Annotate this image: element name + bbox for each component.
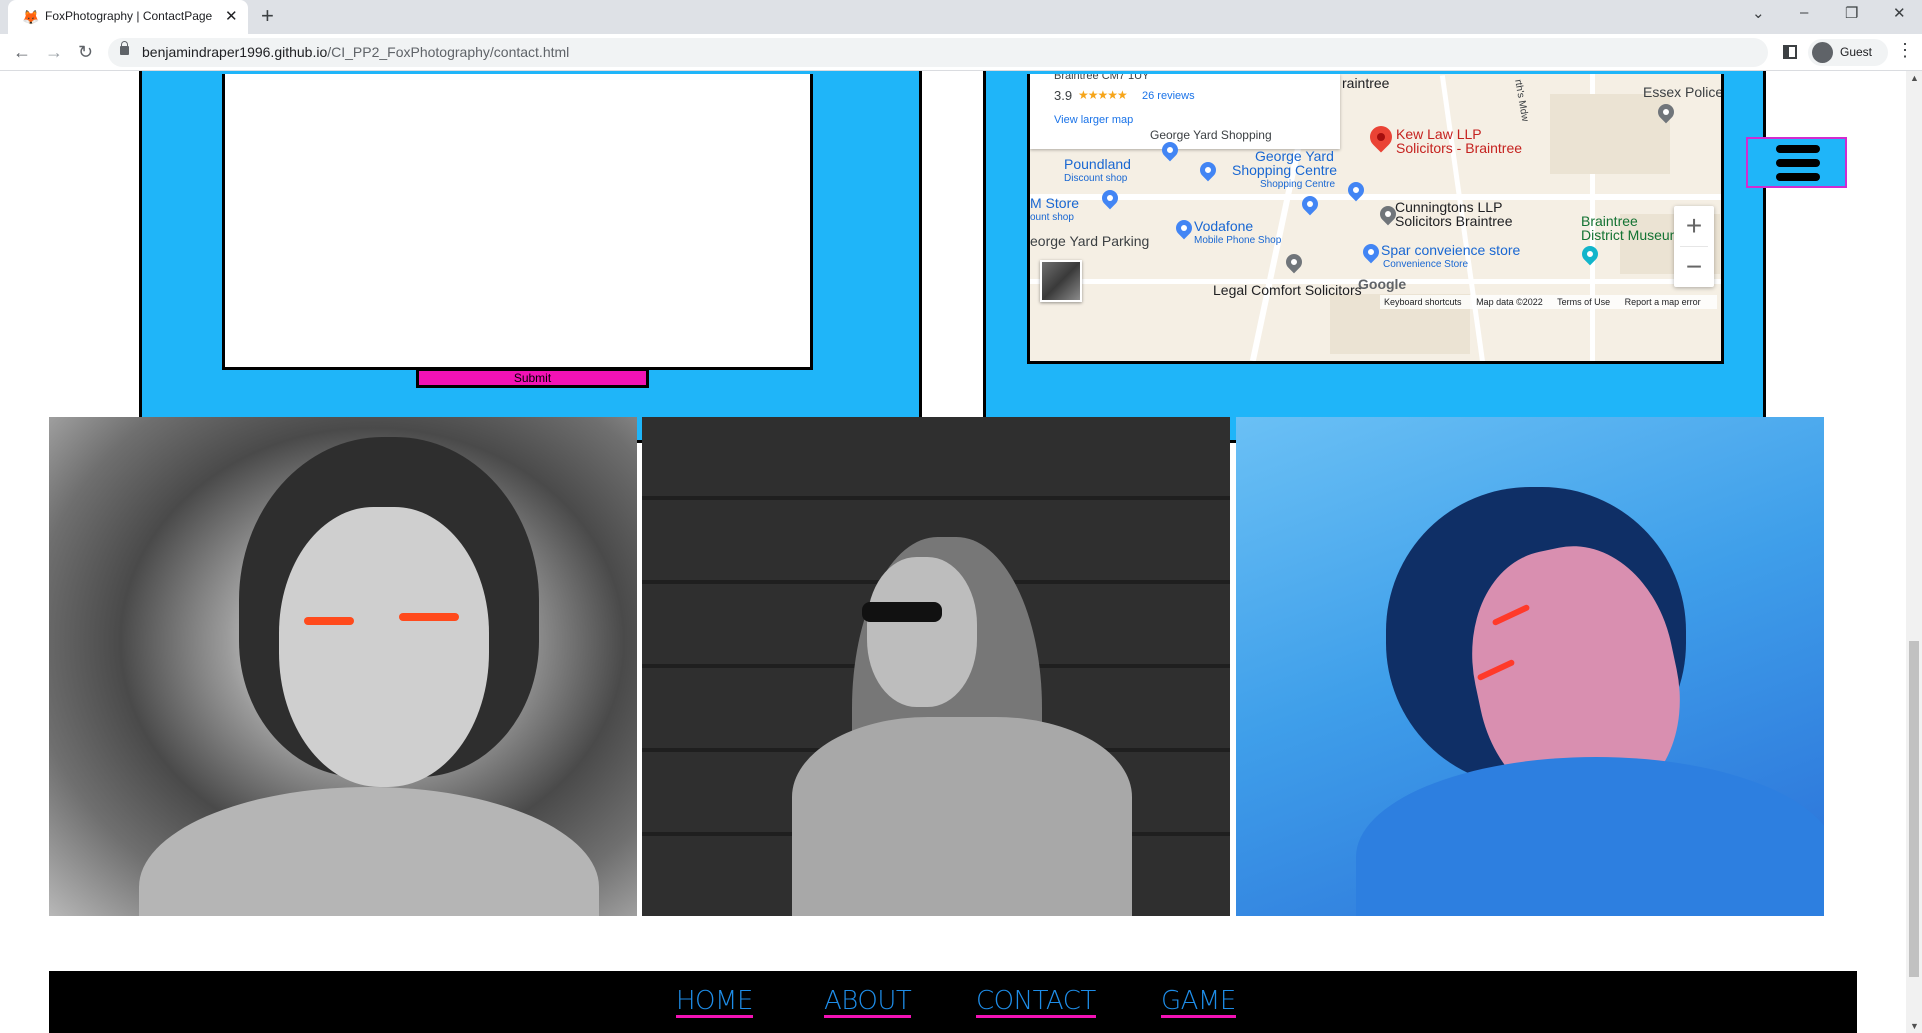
sweater-shape — [1356, 757, 1824, 916]
kew-law-pin-icon[interactable] — [1365, 121, 1397, 153]
avatar-icon — [1812, 42, 1833, 63]
lock-icon — [120, 41, 129, 55]
browser-toolbar: ← → ↻ benjamindraper1996.github.io/CI_PP… — [0, 34, 1922, 71]
map-zoom-control: + − — [1674, 206, 1714, 287]
terms-link[interactable]: Terms of Use — [1557, 297, 1610, 307]
contact-form-panel: Submit — [139, 71, 922, 443]
shop-pin-icon[interactable] — [1098, 186, 1122, 210]
scroll-up-arrow-icon[interactable]: ▲ — [1910, 73, 1919, 83]
portrait-photo-bw-woman — [642, 417, 1230, 916]
place-rating: 3.9 — [1054, 88, 1073, 103]
minimize-icon[interactable]: – — [1800, 4, 1808, 21]
menu-bar — [1776, 145, 1820, 153]
map-label: Shopping Centre — [1232, 162, 1338, 178]
shop-pin-icon[interactable] — [1172, 216, 1196, 240]
keyboard-shortcuts-link[interactable]: Keyboard shortcuts — [1384, 297, 1462, 307]
page-scrollbar[interactable]: ▲ ▼ — [1906, 71, 1922, 1033]
google-map[interactable]: Braintree CM7 1UY 3.9 ★★★★★ 26 reviews V… — [1027, 74, 1724, 364]
reviews-link[interactable]: 26 reviews — [1142, 90, 1195, 102]
scrollbar-thumb[interactable] — [1909, 641, 1919, 977]
hamburger-menu-button[interactable] — [1746, 137, 1847, 188]
menu-bar — [1776, 173, 1820, 181]
map-label: Spar conveience store — [1381, 242, 1521, 258]
new-tab-icon[interactable]: + — [261, 3, 274, 29]
zoom-in-button[interactable]: + — [1674, 206, 1714, 246]
forward-arrow-icon[interactable]: → — [45, 42, 63, 62]
map-panel: Braintree CM7 1UY 3.9 ★★★★★ 26 reviews V… — [983, 71, 1766, 443]
map-data-text: Map data ©2022 — [1476, 297, 1543, 307]
profile-label: Guest — [1840, 45, 1873, 59]
map-label: Legal Comfort Solicitors — [1213, 282, 1362, 298]
sweater-shape — [139, 787, 599, 916]
tab-title: FoxPhotography | ContactPage — [45, 9, 213, 23]
map-label: District Museum — [1581, 227, 1682, 243]
map-attribution: Keyboard shortcuts Map data ©2022 Terms … — [1380, 295, 1717, 309]
scroll-down-arrow-icon[interactable]: ▼ — [1910, 1021, 1919, 1031]
map-label: George Yard Shopping — [1150, 128, 1272, 142]
map-label: Essex Police — [1643, 84, 1724, 100]
face-shape — [867, 557, 977, 707]
profile-button[interactable]: Guest — [1808, 39, 1888, 66]
eyeliner-right-shape — [399, 613, 459, 621]
map-label: Convenience Store — [1383, 259, 1469, 270]
map-label: Solicitors Braintree — [1395, 213, 1513, 229]
portrait-photo-blue-man — [1236, 417, 1824, 916]
map-label: eorge Yard Parking — [1030, 233, 1150, 249]
fox-favicon-icon: 🦊 — [22, 9, 40, 25]
sunglasses-shape — [862, 602, 942, 622]
tab-search-icon[interactable]: ⌄ — [1752, 4, 1765, 22]
portrait-photo-bw-man — [49, 417, 637, 916]
google-logo: Google — [1358, 276, 1407, 292]
page-viewport: Submit Braintree CM7 1UY 3.9 ★★★★★ 26 re… — [0, 71, 1906, 1033]
url-path: /CI_PP2_FoxPhotography/contact.html — [327, 44, 570, 60]
address-bar[interactable]: benjamindraper1996.github.io/CI_PP2_FoxP… — [108, 38, 1768, 67]
window-close-icon[interactable]: ✕ — [1893, 4, 1906, 22]
browser-tabstrip: 🦊 FoxPhotography | ContactPage ✕ + ⌄ – ❐… — [0, 0, 1922, 34]
shop-pin-icon[interactable] — [1196, 158, 1220, 182]
denim-jacket-shape — [792, 717, 1132, 916]
map-label: Shopping Centre — [1260, 179, 1336, 190]
map-label: Solicitors - Braintree — [1396, 140, 1523, 156]
restore-icon[interactable]: ❐ — [1845, 4, 1858, 22]
zoom-out-button[interactable]: − — [1674, 247, 1714, 287]
face-shape — [279, 507, 489, 787]
satellite-toggle[interactable] — [1040, 260, 1082, 302]
message-textarea[interactable] — [222, 74, 813, 370]
footer-link-about[interactable]: ABOUT — [824, 987, 912, 1018]
report-error-link[interactable]: Report a map error — [1625, 297, 1701, 307]
map-block — [1550, 94, 1670, 174]
place-address: Braintree CM7 1UY — [1054, 74, 1150, 82]
rating-stars-icon: ★★★★★ — [1078, 88, 1128, 102]
reload-icon[interactable]: ↻ — [78, 42, 93, 62]
submit-button[interactable]: Submit — [416, 368, 649, 388]
footer-link-game[interactable]: GAME — [1161, 987, 1236, 1018]
map-road — [1030, 194, 1721, 200]
url-domain: benjamindraper1996.github.io — [142, 44, 328, 60]
side-panel-icon[interactable] — [1783, 45, 1797, 59]
browser-menu-icon[interactable]: ⋮ — [1896, 40, 1914, 61]
eyeliner-left-shape — [304, 617, 354, 625]
url-text: benjamindraper1996.github.io/CI_PP2_FoxP… — [142, 44, 569, 60]
solicitors-pin-icon[interactable] — [1282, 250, 1306, 274]
map-label: M Store — [1030, 195, 1080, 211]
map-label: ount shop — [1030, 212, 1074, 223]
map-label: raintree — [1342, 75, 1390, 91]
museum-pin-icon[interactable] — [1578, 242, 1602, 266]
back-arrow-icon[interactable]: ← — [13, 42, 31, 62]
map-label: Vodafone — [1194, 218, 1254, 234]
footer-link-contact[interactable]: CONTACT — [976, 987, 1096, 1018]
browser-tab[interactable]: 🦊 FoxPhotography | ContactPage ✕ — [8, 0, 248, 34]
shop-pin-icon[interactable] — [1359, 240, 1383, 264]
site-footer-nav: HOME ABOUT CONTACT GAME — [49, 971, 1857, 1033]
map-label: Mobile Phone Shop — [1194, 235, 1282, 246]
map-label: Discount shop — [1064, 173, 1128, 184]
close-tab-icon[interactable]: ✕ — [225, 7, 238, 25]
footer-link-home[interactable]: HOME — [676, 987, 753, 1018]
map-label: Poundland — [1064, 156, 1131, 172]
menu-bar — [1776, 159, 1820, 167]
map-label: rth's Mdw — [1512, 78, 1531, 123]
view-larger-map-link[interactable]: View larger map — [1054, 114, 1133, 126]
